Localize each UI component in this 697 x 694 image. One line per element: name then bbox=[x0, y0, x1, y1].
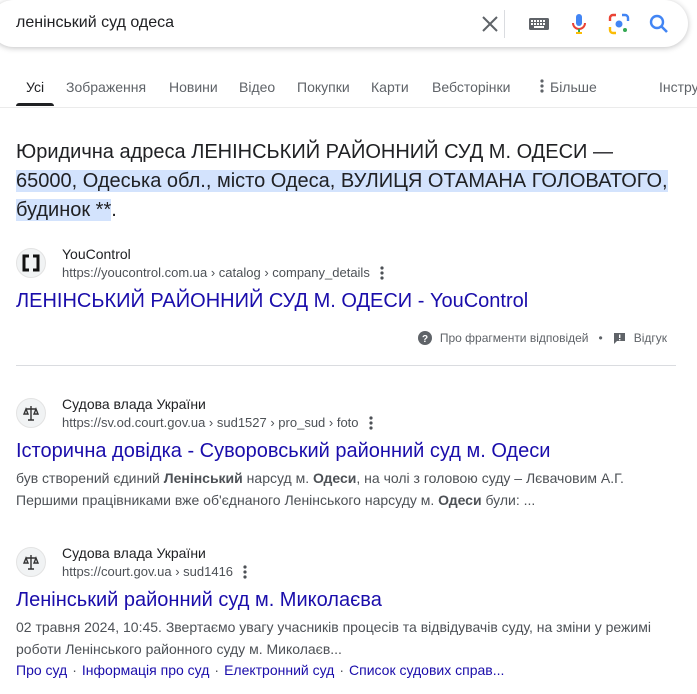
close-icon[interactable] bbox=[478, 12, 502, 36]
separator-dot: • bbox=[598, 331, 603, 345]
source-url: https://youcontrol.com.ua › catalog › co… bbox=[62, 265, 370, 280]
source-url-row: https://youcontrol.com.ua › catalog › co… bbox=[62, 264, 384, 282]
source-url-row: https://court.gov.ua › sud1416 bbox=[62, 563, 247, 581]
microphone-icon[interactable] bbox=[567, 12, 591, 36]
featured-snippet: Юридична адреса ЛЕНІНСЬКИЙ РАЙОННИЙ СУД … bbox=[16, 138, 676, 225]
source-url: https://court.gov.ua › sud1416 bbox=[62, 564, 234, 579]
result-title[interactable]: Історична довідка - Суворовський районни… bbox=[16, 438, 550, 464]
search-divider bbox=[504, 10, 505, 38]
sitelink[interactable]: Список судових справ... bbox=[349, 662, 504, 678]
snippet-bold: Ленінський bbox=[163, 470, 243, 486]
search-bar[interactable]: ленінський суд одеса bbox=[0, 0, 688, 47]
source-url-row: https://sv.od.court.gov.ua › sud1527 › p… bbox=[62, 414, 373, 432]
tab-more-label: Більше bbox=[550, 79, 597, 95]
result-source[interactable]: Судова влада України https://court.gov.u… bbox=[16, 543, 247, 581]
help-icon: ? bbox=[417, 331, 432, 345]
search-tabs: Усі Зображення Новини Відео Покупки Карт… bbox=[0, 66, 697, 108]
sitelink[interactable]: Електронний суд bbox=[224, 662, 334, 678]
tab-shopping[interactable]: Покупки bbox=[297, 79, 350, 95]
sitelink[interactable]: Інформація про суд bbox=[82, 662, 209, 678]
tab-more[interactable]: Більше bbox=[540, 79, 597, 95]
featured-text: Юридична адреса ЛЕНІНСЬКИЙ РАЙОННИЙ СУД … bbox=[16, 141, 613, 163]
active-tab-indicator bbox=[16, 103, 54, 106]
tab-tools[interactable]: Інстру bbox=[659, 79, 697, 95]
result-snippet: був створений єдиний Ленінський нарсуд м… bbox=[16, 467, 676, 511]
featured-text-end: . bbox=[111, 199, 117, 221]
source-url: https://sv.od.court.gov.ua › sud1527 › p… bbox=[62, 415, 359, 430]
result-snippet: 02 травня 2024, 10:45. Звертаємо увагу у… bbox=[16, 619, 651, 657]
snippet-text: був створений єдиний bbox=[16, 470, 164, 486]
tab-news[interactable]: Новини bbox=[169, 79, 218, 95]
snippet-text: були: ... bbox=[481, 492, 536, 508]
youcontrol-logo-icon bbox=[16, 248, 46, 278]
sitelink-separator: · bbox=[339, 662, 344, 678]
kebab-icon bbox=[540, 79, 544, 93]
more-options-icon[interactable] bbox=[368, 416, 373, 430]
tab-web[interactable]: Вебсторінки bbox=[432, 79, 510, 95]
more-options-icon[interactable] bbox=[380, 266, 384, 280]
snippet-bold: Одеси bbox=[438, 492, 482, 508]
result-source[interactable]: YouControl https://youcontrol.com.ua › c… bbox=[16, 244, 384, 282]
court-emblem-icon bbox=[16, 547, 46, 577]
about-snippets-link[interactable]: ? Про фрагменти відповідей bbox=[417, 331, 589, 345]
result-title[interactable]: ЛЕНІНСЬКИЙ РАЙОННИЙ СУД М. ОДЕСИ - YouCo… bbox=[16, 288, 528, 314]
tab-images[interactable]: Зображення bbox=[66, 79, 146, 95]
court-emblem-icon bbox=[16, 398, 46, 428]
search-input[interactable]: ленінський суд одеса bbox=[16, 14, 174, 32]
source-name: Судова влада України bbox=[62, 545, 206, 561]
snippet-bold: Одеси bbox=[312, 470, 357, 486]
search-icon[interactable] bbox=[647, 12, 671, 36]
tab-videos[interactable]: Відео bbox=[239, 79, 275, 95]
feedback-icon bbox=[613, 332, 625, 344]
feedback-label: Відгук bbox=[633, 331, 667, 345]
snippet-feedback-row: ? Про фрагменти відповідей • Відгук bbox=[417, 331, 667, 345]
more-options-icon[interactable] bbox=[243, 565, 247, 579]
svg-text:?: ? bbox=[422, 334, 428, 345]
source-name: YouControl bbox=[62, 246, 131, 262]
result-source[interactable]: Судова влада України https://sv.od.court… bbox=[16, 394, 373, 432]
sitelinks: Про суд · Інформація про суд · Електронний с… bbox=[16, 662, 504, 678]
result-title[interactable]: Ленінський районний суд м. Миколаєва bbox=[16, 587, 382, 613]
sitelink-separator: · bbox=[214, 662, 220, 678]
sitelink-separator: · bbox=[72, 662, 77, 678]
lens-icon[interactable] bbox=[607, 12, 631, 36]
snippet-text: нарсуд м. bbox=[242, 470, 313, 486]
divider bbox=[16, 365, 676, 366]
keyboard-icon[interactable] bbox=[527, 12, 551, 36]
about-snippets-label: Про фрагменти відповідей bbox=[439, 331, 589, 345]
tab-all[interactable]: Усі bbox=[26, 79, 44, 95]
source-name: Судова влада України bbox=[62, 396, 206, 412]
tab-maps[interactable]: Карти bbox=[371, 79, 409, 95]
sitelink[interactable]: Про суд bbox=[16, 662, 67, 678]
feedback-link[interactable]: Відгук bbox=[613, 331, 667, 345]
